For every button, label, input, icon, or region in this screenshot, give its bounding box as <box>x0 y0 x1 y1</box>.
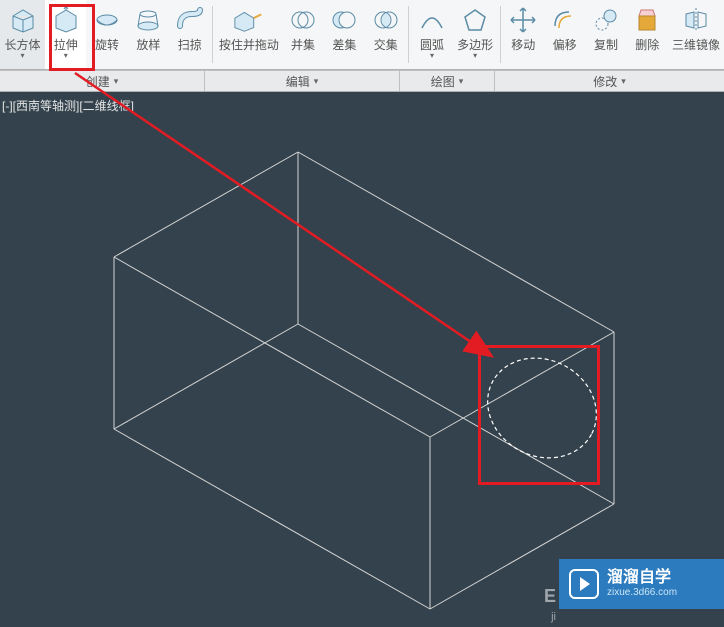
group-create-label: 创建 <box>86 73 110 90</box>
separator <box>408 6 409 63</box>
extrude-icon <box>50 4 82 36</box>
union-tool-button[interactable]: 并集 <box>282 0 323 69</box>
drawing-viewport[interactable]: [-][西南等轴测][二维线框] E ji 溜溜自学 <box>0 92 724 627</box>
ribbon-groups: 创建 ▾ 编辑 ▾ 绘图 ▾ 修改 ▾ <box>0 70 724 92</box>
chevron-down-icon: ▾ <box>21 52 25 60</box>
erase-tool-label: 删除 <box>635 38 659 52</box>
offset-icon <box>549 4 581 36</box>
polygon-tool-button[interactable]: 多边形 ▾ <box>453 0 498 69</box>
play-icon <box>569 569 599 599</box>
group-draw-label: 绘图 <box>431 73 455 90</box>
group-modify-label: 修改 <box>593 73 617 90</box>
box-tool-label: 长方体 <box>5 38 41 52</box>
chevron-down-icon: ▾ <box>64 52 68 60</box>
intersect-tool-label: 交集 <box>374 38 398 52</box>
extrude-tool-label: 拉伸 <box>54 38 78 52</box>
chevron-down-icon: ▾ <box>430 52 434 60</box>
mirror-icon <box>680 4 712 36</box>
group-modify[interactable]: 修改 ▾ <box>495 71 724 91</box>
watermark: 溜溜自学 zixue.3d66.com <box>559 559 724 609</box>
subtract-tool-button[interactable]: 差集 <box>324 0 365 69</box>
copy-tool-label: 复制 <box>594 38 618 52</box>
polygon-icon <box>459 4 491 36</box>
loft-tool-label: 放样 <box>136 38 160 52</box>
loft-icon <box>132 4 164 36</box>
wireframe-drawing <box>0 92 724 627</box>
erase-icon <box>631 4 663 36</box>
extrude-tool-button[interactable]: 拉伸 ▾ <box>45 0 86 69</box>
chevron-down-icon: ▾ <box>114 76 119 87</box>
offset-tool-button[interactable]: 偏移 <box>544 0 585 69</box>
revolve-tool-button[interactable]: 旋转 <box>86 0 127 69</box>
chevron-down-icon: ▾ <box>314 76 319 87</box>
mirror3d-tool-label: 三维镜像 <box>672 38 720 52</box>
loft-tool-button[interactable]: 放样 <box>128 0 169 69</box>
subtract-icon <box>328 4 360 36</box>
corner-text-sub: ji <box>551 611 556 623</box>
chevron-down-icon: ▾ <box>473 52 477 60</box>
arc-tool-button[interactable]: 圆弧 ▾ <box>411 0 452 69</box>
presspull-tool-button[interactable]: 按住并拖动 <box>215 0 282 69</box>
arc-tool-label: 圆弧 <box>420 38 444 52</box>
erase-tool-button[interactable]: 删除 <box>627 0 668 69</box>
move-tool-button[interactable]: 移动 <box>503 0 544 69</box>
corner-text: E <box>544 586 556 607</box>
ribbon-toolbar: 长方体 ▾ 拉伸 ▾ 旋转 放样 扫掠 按住并拖动 并 <box>0 0 724 70</box>
watermark-sub: zixue.3d66.com <box>607 587 677 599</box>
chevron-down-icon: ▾ <box>459 76 464 87</box>
box-tool-button[interactable]: 长方体 ▾ <box>0 0 45 69</box>
separator <box>500 6 501 63</box>
revolve-tool-label: 旋转 <box>95 38 119 52</box>
presspull-tool-label: 按住并拖动 <box>219 38 279 52</box>
move-tool-label: 移动 <box>511 38 535 52</box>
group-edit[interactable]: 编辑 ▾ <box>205 71 400 91</box>
intersect-tool-button[interactable]: 交集 <box>365 0 406 69</box>
arc-icon <box>416 4 448 36</box>
watermark-title: 溜溜自学 <box>607 569 677 587</box>
polygon-tool-label: 多边形 <box>457 38 493 52</box>
chevron-down-icon: ▾ <box>621 76 626 87</box>
group-edit-label: 编辑 <box>286 73 310 90</box>
subtract-tool-label: 差集 <box>332 38 356 52</box>
separator <box>212 6 213 63</box>
copy-icon <box>590 4 622 36</box>
offset-tool-label: 偏移 <box>553 38 577 52</box>
mirror3d-tool-button[interactable]: 三维镜像 <box>668 0 724 69</box>
sweep-tool-button[interactable]: 扫掠 <box>169 0 210 69</box>
sweep-tool-label: 扫掠 <box>178 38 202 52</box>
box-icon <box>7 4 39 36</box>
revolve-icon <box>91 4 123 36</box>
group-create[interactable]: 创建 ▾ <box>0 71 205 91</box>
copy-tool-button[interactable]: 复制 <box>585 0 626 69</box>
union-tool-label: 并集 <box>291 38 315 52</box>
group-draw[interactable]: 绘图 ▾ <box>400 71 495 91</box>
intersect-icon <box>370 4 402 36</box>
move-icon <box>507 4 539 36</box>
sweep-icon <box>174 4 206 36</box>
union-icon <box>287 4 319 36</box>
presspull-icon <box>233 4 265 36</box>
